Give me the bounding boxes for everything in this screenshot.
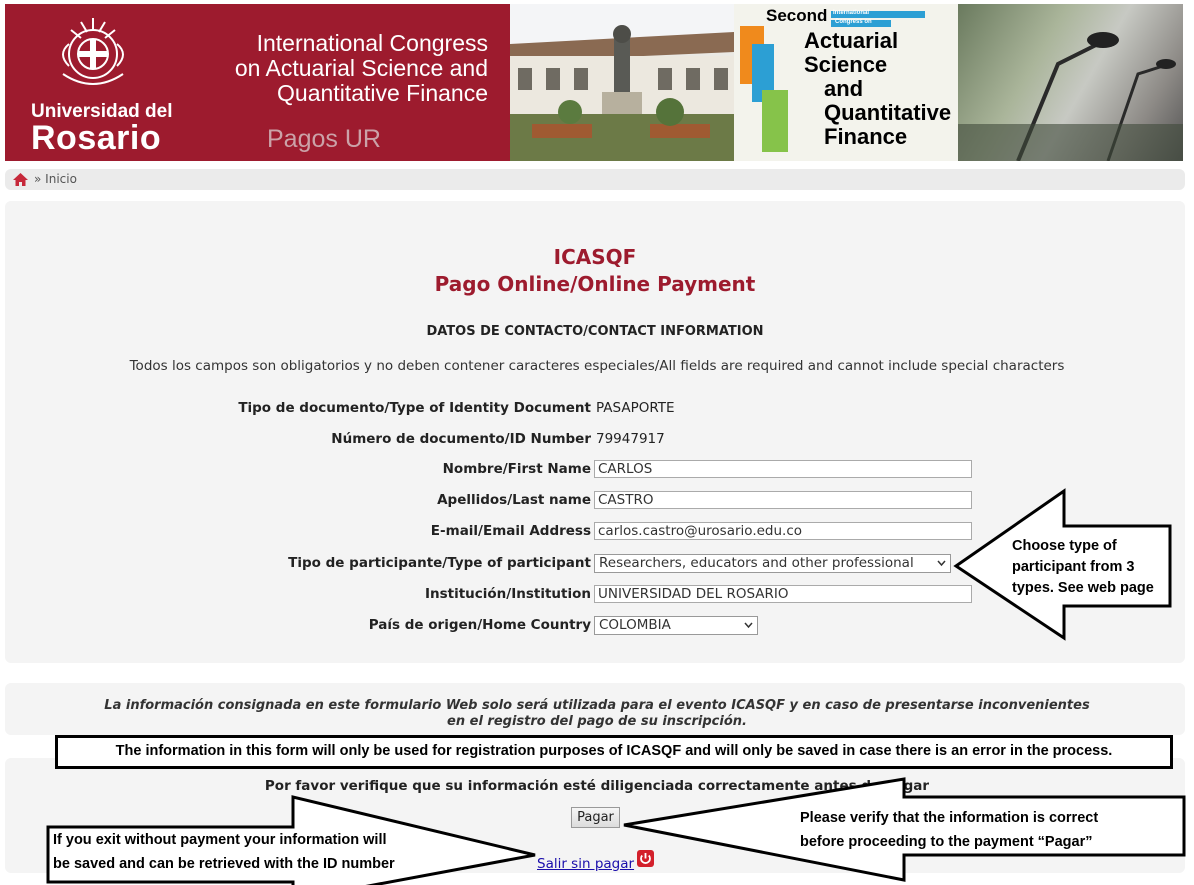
pay-annotation-line1: Please verify that the information is co…	[800, 810, 1099, 826]
exit-annotation-text: If you exit without payment your informa…	[53, 828, 395, 876]
pay-annotation-text: Please verify that the information is co…	[800, 806, 1098, 854]
annotation-overlay	[46, 488, 1186, 885]
participant-annotation-line2: participant from 3	[1012, 559, 1135, 575]
participant-annotation-line1: Choose type of	[1012, 538, 1117, 554]
exit-annotation-line2: be saved and can be retrieved with the I…	[53, 856, 395, 872]
participant-annotation-line3: types. See web page	[1012, 580, 1154, 596]
pay-annotation-line2: before proceeding to the payment “Pagar”	[800, 834, 1093, 850]
participant-annotation-text: Choose type of participant from 3 types.…	[1012, 536, 1154, 599]
exit-annotation-line1: If you exit without payment your informa…	[53, 832, 387, 848]
